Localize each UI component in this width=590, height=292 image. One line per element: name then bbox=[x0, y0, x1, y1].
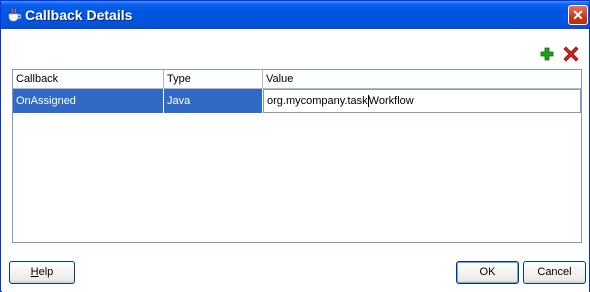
plus-icon[interactable] bbox=[539, 46, 555, 62]
delete-x-icon[interactable] bbox=[563, 46, 579, 62]
close-icon: ✕ bbox=[572, 7, 584, 23]
close-button[interactable]: ✕ bbox=[568, 5, 588, 25]
column-header-callback[interactable]: Callback bbox=[13, 70, 164, 88]
cell-type[interactable]: Java bbox=[164, 89, 263, 113]
table-header: Callback Type Value bbox=[13, 70, 581, 89]
dialog-content: Callback Type Value OnAssigned Java org.… bbox=[2, 30, 589, 292]
value-text-before-caret: org.mycompany.task bbox=[267, 95, 368, 107]
app-cup-icon bbox=[8, 8, 21, 22]
value-input[interactable]: org.mycompany.taskWorkflow bbox=[263, 89, 581, 113]
ok-button[interactable]: OK bbox=[456, 261, 519, 284]
help-button[interactable]: Help bbox=[9, 261, 75, 284]
dialog-title: Callback Details bbox=[25, 7, 133, 23]
column-header-value[interactable]: Value bbox=[263, 70, 581, 88]
title-bar[interactable]: Callback Details ✕ bbox=[1, 1, 589, 29]
callback-details-dialog: Callback Details ✕ Callback Type Value O… bbox=[0, 0, 590, 292]
help-mnemonic: H bbox=[30, 266, 39, 278]
cancel-button[interactable]: Cancel bbox=[523, 261, 586, 284]
table-row[interactable]: OnAssigned Java org.mycompany.taskWorkfl… bbox=[13, 89, 581, 113]
value-text-after-caret: Workflow bbox=[368, 95, 414, 107]
column-header-type[interactable]: Type bbox=[164, 70, 263, 88]
cell-callback[interactable]: OnAssigned bbox=[13, 89, 164, 113]
help-label: elp bbox=[38, 266, 54, 278]
callback-table[interactable]: Callback Type Value OnAssigned Java org.… bbox=[12, 69, 582, 243]
